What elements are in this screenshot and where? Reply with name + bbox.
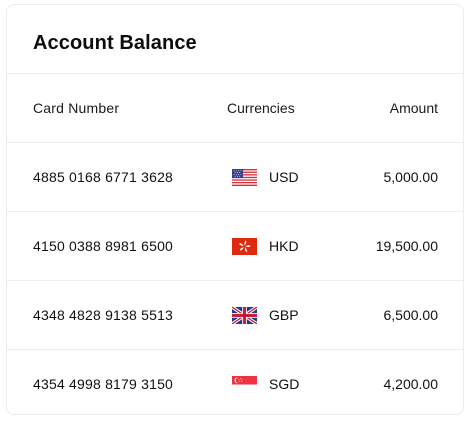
currency-cell: SGD: [232, 375, 299, 393]
currency-code: HKD: [269, 238, 299, 254]
card-number: 4150 0388 8981 6500: [33, 238, 174, 254]
table-row: 4354 4998 8179 3150 SGD 4,200.00: [7, 349, 463, 414]
card-number: 4354 4998 8179 3150: [33, 376, 174, 392]
table-row: 4348 4828 9138 5513 GBP 6,500.00: [7, 280, 463, 349]
currency-code: USD: [269, 169, 299, 185]
column-header-amount: Amount: [389, 100, 438, 116]
column-header-card-number: Card Number: [33, 100, 120, 116]
table-header: Card Number Currencies Amount: [7, 73, 463, 142]
column-header-currencies: Currencies: [227, 100, 295, 116]
currency-code: SGD: [269, 376, 300, 392]
hk-flag-icon: [232, 237, 257, 255]
card-number: 4885 0168 6771 3628: [33, 169, 174, 185]
amount: 19,500.00: [375, 238, 438, 254]
currency-cell: GBP: [232, 306, 299, 324]
table-row: 4885 0168 6771 3628 USD 5,000.00: [7, 142, 463, 211]
amount: 6,500.00: [383, 307, 439, 323]
currency-cell: HKD: [232, 237, 299, 255]
us-flag-icon: [232, 168, 257, 186]
sg-flag-icon: [232, 375, 257, 393]
account-balance-card: Account Balance Card Number Currencies A…: [6, 4, 464, 415]
amount: 5,000.00: [383, 169, 439, 185]
currency-cell: USD: [232, 168, 299, 186]
gb-flag-icon: [232, 306, 257, 324]
currency-code: GBP: [269, 307, 299, 323]
table-row: 4150 0388 8981 6500 HKD 19,500.00: [7, 211, 463, 280]
card-number: 4348 4828 9138 5513: [33, 307, 174, 323]
card-title: Account Balance: [33, 32, 197, 54]
amount: 4,200.00: [383, 376, 439, 392]
